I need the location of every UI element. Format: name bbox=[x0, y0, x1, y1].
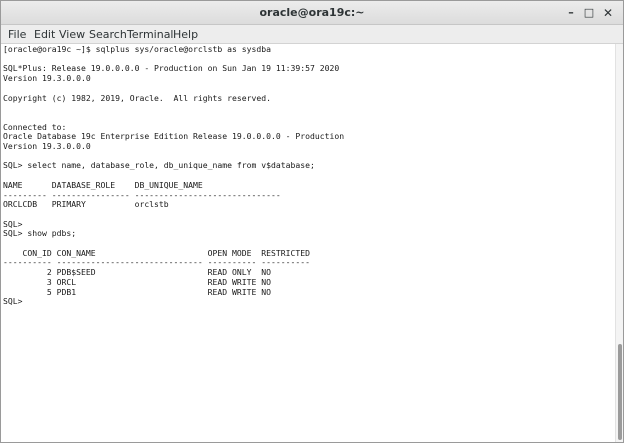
terminal-output[interactable]: [oracle@ora19c ~]$ sqlplus sys/oracle@or… bbox=[1, 44, 615, 442]
terminal-line: 5 PDB1 READ WRITE NO bbox=[3, 286, 272, 297]
minimize-button[interactable]: – bbox=[563, 5, 579, 21]
terminal-line: SQL> bbox=[3, 296, 23, 307]
close-button[interactable]: ✕ bbox=[600, 5, 616, 21]
terminal-line: Version 19.3.0.0.0 bbox=[3, 73, 91, 84]
menu-view[interactable]: View bbox=[59, 28, 85, 41]
terminal-line: 2 PDB$SEED READ ONLY NO bbox=[3, 267, 272, 278]
terminal-line: CON_ID CON_NAME OPEN MODE RESTRICTED bbox=[3, 247, 310, 258]
terminal-line: 3 ORCL READ WRITE NO bbox=[3, 276, 272, 287]
title-bar[interactable]: oracle@ora19c:~ – □ ✕ bbox=[1, 1, 623, 25]
menu-terminal[interactable]: Terminal bbox=[127, 28, 174, 41]
menu-file[interactable]: File bbox=[8, 28, 26, 41]
maximize-button[interactable]: □ bbox=[581, 5, 597, 21]
terminal-line: SQL> bbox=[3, 218, 23, 229]
menu-bar: File Edit View Search Terminal Help bbox=[1, 25, 623, 44]
scrollbar-thumb[interactable] bbox=[618, 344, 622, 440]
window-title: oracle@ora19c:~ bbox=[259, 6, 365, 19]
terminal-line: SQL> show pdbs; bbox=[3, 228, 77, 239]
terminal-line: SQL> select name, database_role, db_uniq… bbox=[3, 160, 315, 171]
terminal-line: Connected to: bbox=[3, 121, 67, 132]
terminal-line: SQL*Plus: Release 19.0.0.0.0 - Productio… bbox=[3, 63, 340, 74]
terminal-line: [oracle@ora19c ~]$ sqlplus sys/oracle@or… bbox=[3, 44, 272, 54]
terminal-line: Version 19.3.0.0.0 bbox=[3, 141, 91, 151]
menu-help[interactable]: Help bbox=[173, 28, 198, 41]
terminal-line: --------- ---------------- -------------… bbox=[3, 189, 281, 200]
terminal-window: oracle@ora19c:~ – □ ✕ File Edit View Sea… bbox=[0, 0, 624, 443]
terminal-line: Oracle Database 19c Enterprise Edition R… bbox=[3, 131, 345, 142]
menu-edit[interactable]: Edit bbox=[34, 28, 55, 41]
terminal-line: Copyright (c) 1982, 2019, Oracle. All ri… bbox=[3, 92, 272, 103]
terminal-line: ORCLCDB PRIMARY orclstb bbox=[3, 199, 169, 210]
vertical-scrollbar[interactable] bbox=[615, 44, 623, 442]
terminal-line: NAME DATABASE_ROLE DB_UNIQUE_NAME bbox=[3, 179, 203, 190]
terminal-line: ---------- -----------------------------… bbox=[3, 257, 310, 268]
menu-search[interactable]: Search bbox=[89, 28, 127, 41]
